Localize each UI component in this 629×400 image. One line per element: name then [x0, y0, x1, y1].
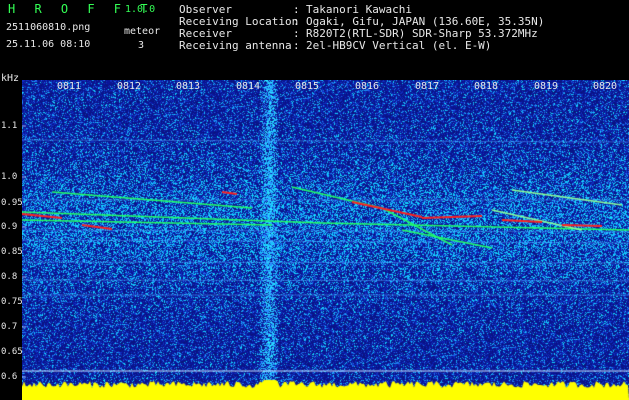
x-tick-label: 0819 [534, 81, 559, 92]
y-tick-label: 0.65 [1, 347, 23, 357]
header: H R O F F T 1.0.0 2511060810.png 25.11.0… [0, 0, 629, 72]
x-tick-label: 0817 [415, 81, 440, 92]
spectrogram-canvas [22, 80, 629, 400]
x-tick-label: 0814 [236, 81, 261, 92]
x-tick-label: 0820 [593, 81, 618, 92]
info-label-antenna: Receiving antenna [179, 39, 292, 52]
timestamp: 25.11.06 08:10 [6, 39, 91, 50]
y-tick-label: 0.95 [1, 198, 23, 208]
x-tick-label: 0816 [355, 81, 380, 92]
x-tick-label: 0812 [117, 81, 142, 92]
app-version: 1.0.0 [125, 4, 156, 15]
y-tick-label: 0.75 [1, 297, 23, 307]
file-name: 2511060810.png [6, 22, 91, 33]
meteor-label: meteor [124, 26, 161, 37]
y-tick-label: 0.9 [1, 222, 18, 232]
meteor-count: 3 [138, 40, 145, 51]
x-tick-label: 0818 [474, 81, 499, 92]
y-tick-label: 1.0 [1, 172, 18, 182]
frequency-unit: kHz [1, 73, 20, 84]
y-tick-label: 1.1 [1, 121, 18, 131]
info-value-antenna: 2el-HB9CV Vertical (el. E-W) [306, 39, 492, 52]
y-tick-label: 0.6 [1, 372, 18, 382]
y-tick-label: 0.7 [1, 322, 18, 332]
info-separator: : [293, 39, 300, 52]
y-tick-label: 0.8 [1, 272, 18, 282]
x-tick-label: 0811 [57, 81, 82, 92]
x-tick-label: 0815 [295, 81, 320, 92]
y-tick-label: 0.85 [1, 247, 23, 257]
x-tick-label: 0813 [176, 81, 201, 92]
